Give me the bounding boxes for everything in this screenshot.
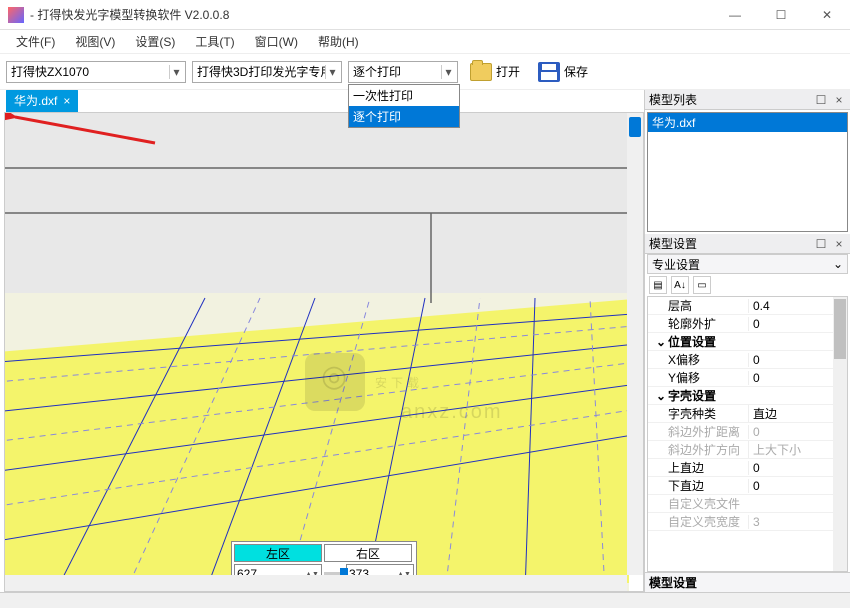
- device-combo[interactable]: 打得快ZX1070 ▾: [6, 61, 186, 83]
- property-grid[interactable]: 层高0.4 轮廓外扩0 ⌄位置设置 X偏移0 Y偏移0 ⌄字壳设置 字壳种类直边…: [647, 296, 848, 572]
- chevron-down-icon: ⌄: [833, 257, 843, 271]
- save-label: 保存: [564, 63, 588, 80]
- print-mode-dropdown: 一次性打印 逐个打印: [348, 84, 460, 128]
- prop-bevel-dir: 斜边外扩方向: [648, 441, 748, 458]
- menu-settings[interactable]: 设置(S): [125, 31, 185, 52]
- maximize-button[interactable]: ☐: [758, 0, 804, 30]
- viewport-scrollbar-horizontal[interactable]: [5, 575, 627, 591]
- tab-label: 华为.dxf: [14, 92, 57, 109]
- open-button[interactable]: 打开: [464, 59, 526, 85]
- pin-icon[interactable]: ☐: [814, 93, 828, 107]
- prop-x-offset: X偏移: [648, 351, 748, 368]
- model-settings-title: 模型设置: [649, 235, 810, 252]
- prop-outline-expand: 轮廓外扩: [648, 315, 748, 332]
- prop-y-offset: Y偏移: [648, 369, 748, 386]
- tab-huawei[interactable]: 华为.dxf ×: [6, 89, 78, 112]
- tab-close-icon[interactable]: ×: [63, 94, 70, 108]
- left-zone-button[interactable]: 左区: [234, 544, 322, 562]
- profile-combo[interactable]: 打得快3D打印发光字专用 ▾: [192, 61, 342, 83]
- viewport-scrollbar-vertical[interactable]: [627, 113, 643, 575]
- prop-custom-file: 自定义壳文件: [648, 495, 748, 512]
- pro-settings-header[interactable]: 专业设置 ⌄: [647, 254, 848, 274]
- prop-group-shell[interactable]: ⌄字壳设置: [648, 387, 748, 404]
- menu-window[interactable]: 窗口(W): [245, 31, 308, 52]
- save-icon: [538, 62, 560, 82]
- panel-close-icon[interactable]: ×: [832, 237, 846, 251]
- open-label: 打开: [496, 63, 520, 80]
- props-page-icon[interactable]: ▭: [693, 276, 711, 294]
- prop-custom-width: 自定义壳宽度: [648, 513, 748, 530]
- menu-view[interactable]: 视图(V): [65, 31, 125, 52]
- viewport-grid: [5, 113, 629, 592]
- model-list[interactable]: 华为.dxf: [647, 112, 848, 232]
- menu-help[interactable]: 帮助(H): [308, 31, 369, 52]
- close-button[interactable]: ✕: [804, 0, 850, 30]
- window-title: - 打得快发光字模型转换软件 V2.0.0.8: [30, 6, 712, 23]
- 3d-viewport[interactable]: 安下载 anxz.com 左区 右区 627 ▲▼: [4, 112, 644, 592]
- device-combo-text: 打得快ZX1070: [11, 63, 169, 80]
- categorize-icon[interactable]: ▤: [649, 276, 667, 294]
- chevron-down-icon: ▾: [169, 65, 183, 79]
- prop-layer-height: 层高: [648, 297, 748, 314]
- save-button[interactable]: 保存: [532, 59, 594, 85]
- prop-bottom-straight: 下直边: [648, 477, 748, 494]
- sort-az-icon[interactable]: A↓: [671, 276, 689, 294]
- chevron-down-icon: ▾: [441, 65, 455, 79]
- menu-tools[interactable]: 工具(T): [185, 31, 244, 52]
- print-mode-combo[interactable]: 逐个打印 ▾ 一次性打印 逐个打印: [348, 61, 458, 83]
- chevron-down-icon: ▾: [325, 65, 339, 79]
- list-item[interactable]: 华为.dxf: [648, 113, 847, 132]
- right-zone-button[interactable]: 右区: [324, 544, 412, 562]
- prop-top-straight: 上直边: [648, 459, 748, 476]
- statusbar: [0, 592, 850, 608]
- folder-icon: [470, 63, 492, 81]
- menu-file[interactable]: 文件(F): [6, 31, 65, 52]
- minimize-button[interactable]: —: [712, 0, 758, 30]
- dropdown-item-once[interactable]: 一次性打印: [349, 85, 459, 106]
- prop-bevel-dist: 斜边外扩距离: [648, 423, 748, 440]
- panel-close-icon[interactable]: ×: [832, 93, 846, 107]
- prop-shell-type: 字壳种类: [648, 405, 748, 422]
- app-icon: [8, 7, 24, 23]
- dropdown-item-each[interactable]: 逐个打印: [349, 106, 459, 127]
- panel-footer-title: 模型设置: [645, 572, 850, 592]
- pin-icon[interactable]: ☐: [814, 237, 828, 251]
- print-mode-text: 逐个打印: [353, 63, 441, 80]
- profile-combo-text: 打得快3D打印发光字专用: [197, 63, 325, 80]
- propgrid-scrollbar[interactable]: [833, 297, 847, 571]
- prop-group-position[interactable]: ⌄位置设置: [648, 333, 748, 350]
- model-list-title: 模型列表: [649, 91, 810, 108]
